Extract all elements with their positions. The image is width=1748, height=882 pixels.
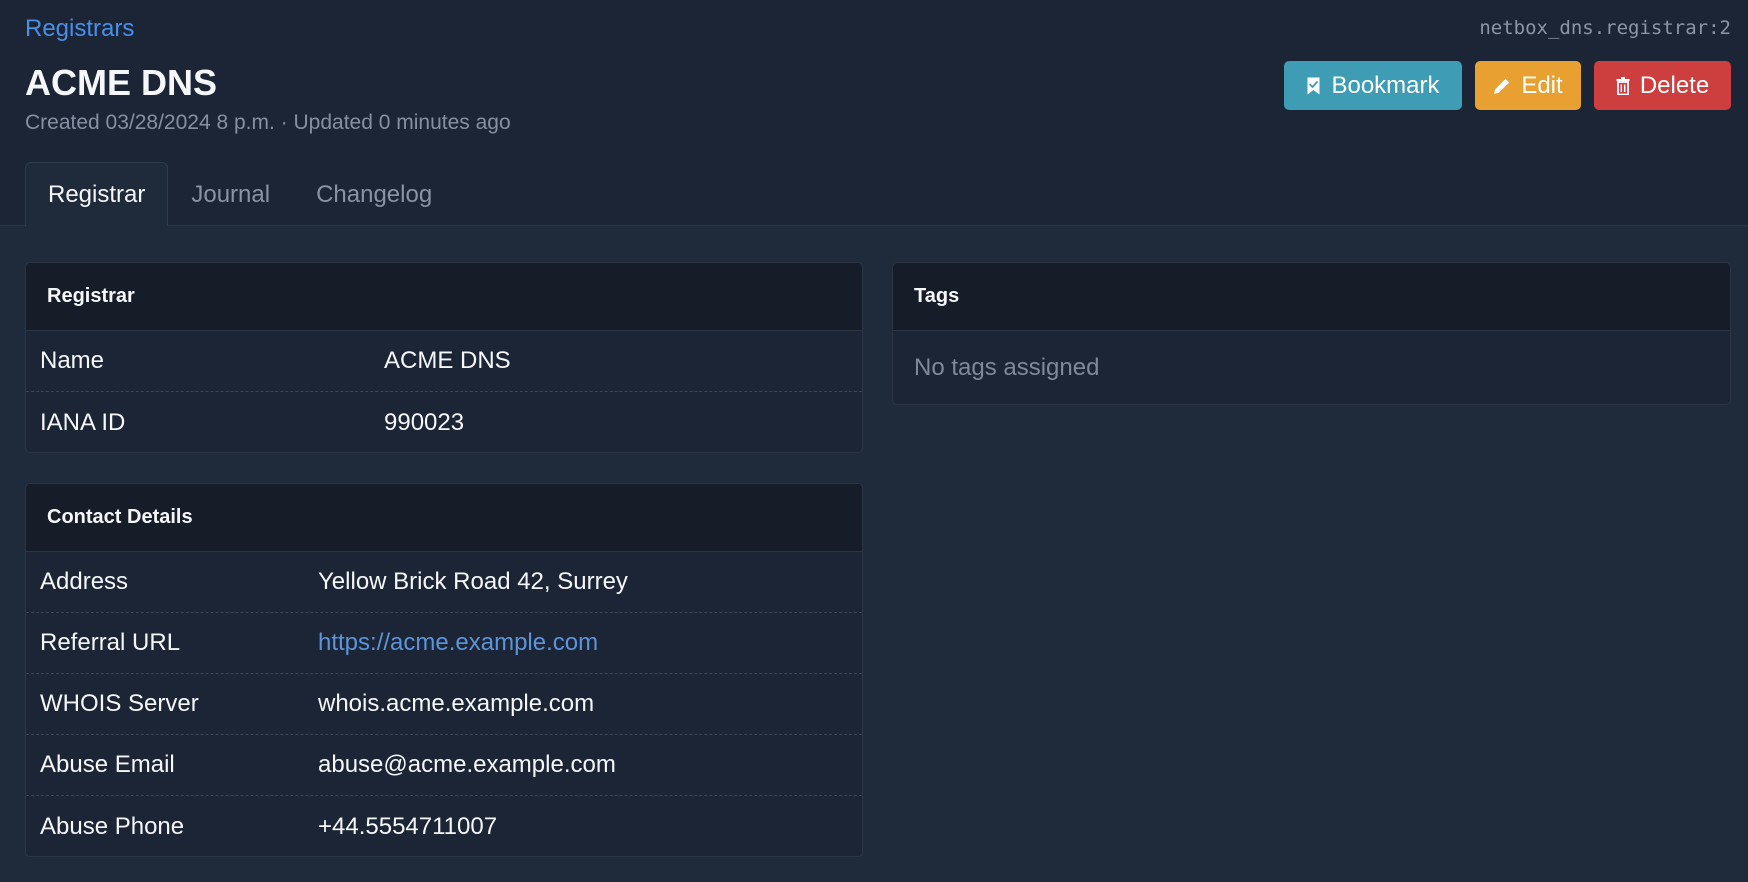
pencil-icon (1493, 77, 1511, 95)
attribute-value: whois.acme.example.com (318, 690, 595, 717)
edit-button[interactable]: Edit (1475, 61, 1581, 110)
object-actions: Bookmark Edit Delete (1284, 61, 1731, 110)
delete-label: Delete (1639, 71, 1710, 99)
delete-button[interactable]: Delete (1594, 61, 1731, 110)
attribute-label: Name (40, 347, 105, 374)
tags-empty-message: No tags assigned (914, 353, 1100, 381)
contact-details-card-title: Contact Details (26, 484, 862, 552)
attribute-label: IANA ID (40, 408, 126, 436)
attribute-row-abuse-email: Abuse Email abuse@acme.example.com (26, 735, 862, 796)
tab-registrar[interactable]: Registrar (25, 162, 169, 226)
attribute-row-abuse-phone: Abuse Phone +44.5554711007 (26, 796, 862, 856)
tags-card-title: Tags (893, 263, 1730, 331)
tab-journal[interactable]: Journal (168, 162, 293, 226)
object-identifier: netbox_dns.registrar:2 (1479, 17, 1731, 39)
attribute-label: Address (40, 568, 129, 595)
object-tabs: Registrar Journal Changelog (25, 162, 455, 226)
edit-label: Edit (1521, 71, 1563, 99)
attribute-value: ACME DNS (384, 347, 511, 374)
attribute-row-referral-url: Referral URL https://acme.example.com (26, 613, 862, 674)
attribute-value: abuse@acme.example.com (318, 751, 616, 778)
registrar-card-title: Registrar (26, 263, 862, 331)
attribute-row-iana-id: IANA ID 990023 (26, 392, 862, 452)
attribute-label: Abuse Email (40, 751, 175, 778)
tags-card: Tags No tags assigned (892, 262, 1731, 405)
attribute-value: +44.5554711007 (318, 812, 498, 840)
attribute-label: WHOIS Server (40, 690, 199, 717)
attribute-row-address: Address Yellow Brick Road 42, Surrey (26, 552, 862, 613)
bookmark-icon (1306, 77, 1321, 95)
bookmark-button[interactable]: Bookmark (1284, 61, 1462, 110)
breadcrumb-registrars[interactable]: Registrars (25, 15, 134, 43)
page-header: Registrars netbox_dns.registrar:2 ACME D… (0, 0, 1748, 226)
contact-details-card: Contact Details Address Yellow Brick Roa… (25, 483, 863, 857)
tab-content: Registrar Name ACME DNS IANA ID 990023 C… (0, 226, 1748, 882)
bookmark-label: Bookmark (1331, 71, 1440, 99)
attribute-label: Abuse Phone (40, 812, 185, 840)
attribute-value: Yellow Brick Road 42, Surrey (318, 568, 628, 595)
page-title: ACME DNS (25, 62, 218, 103)
page-subtitle: Created 03/28/2024 8 p.m. · Updated 0 mi… (25, 111, 511, 134)
trash-icon (1616, 76, 1630, 95)
attribute-label: Referral URL (40, 629, 181, 656)
attribute-value: 990023 (384, 408, 465, 436)
referral-url-link[interactable]: https://acme.example.com (318, 629, 598, 657)
tab-changelog[interactable]: Changelog (293, 162, 455, 226)
registrar-card: Registrar Name ACME DNS IANA ID 990023 (25, 262, 863, 453)
attribute-row-name: Name ACME DNS (26, 331, 862, 392)
attribute-row-whois-server: WHOIS Server whois.acme.example.com (26, 674, 862, 735)
